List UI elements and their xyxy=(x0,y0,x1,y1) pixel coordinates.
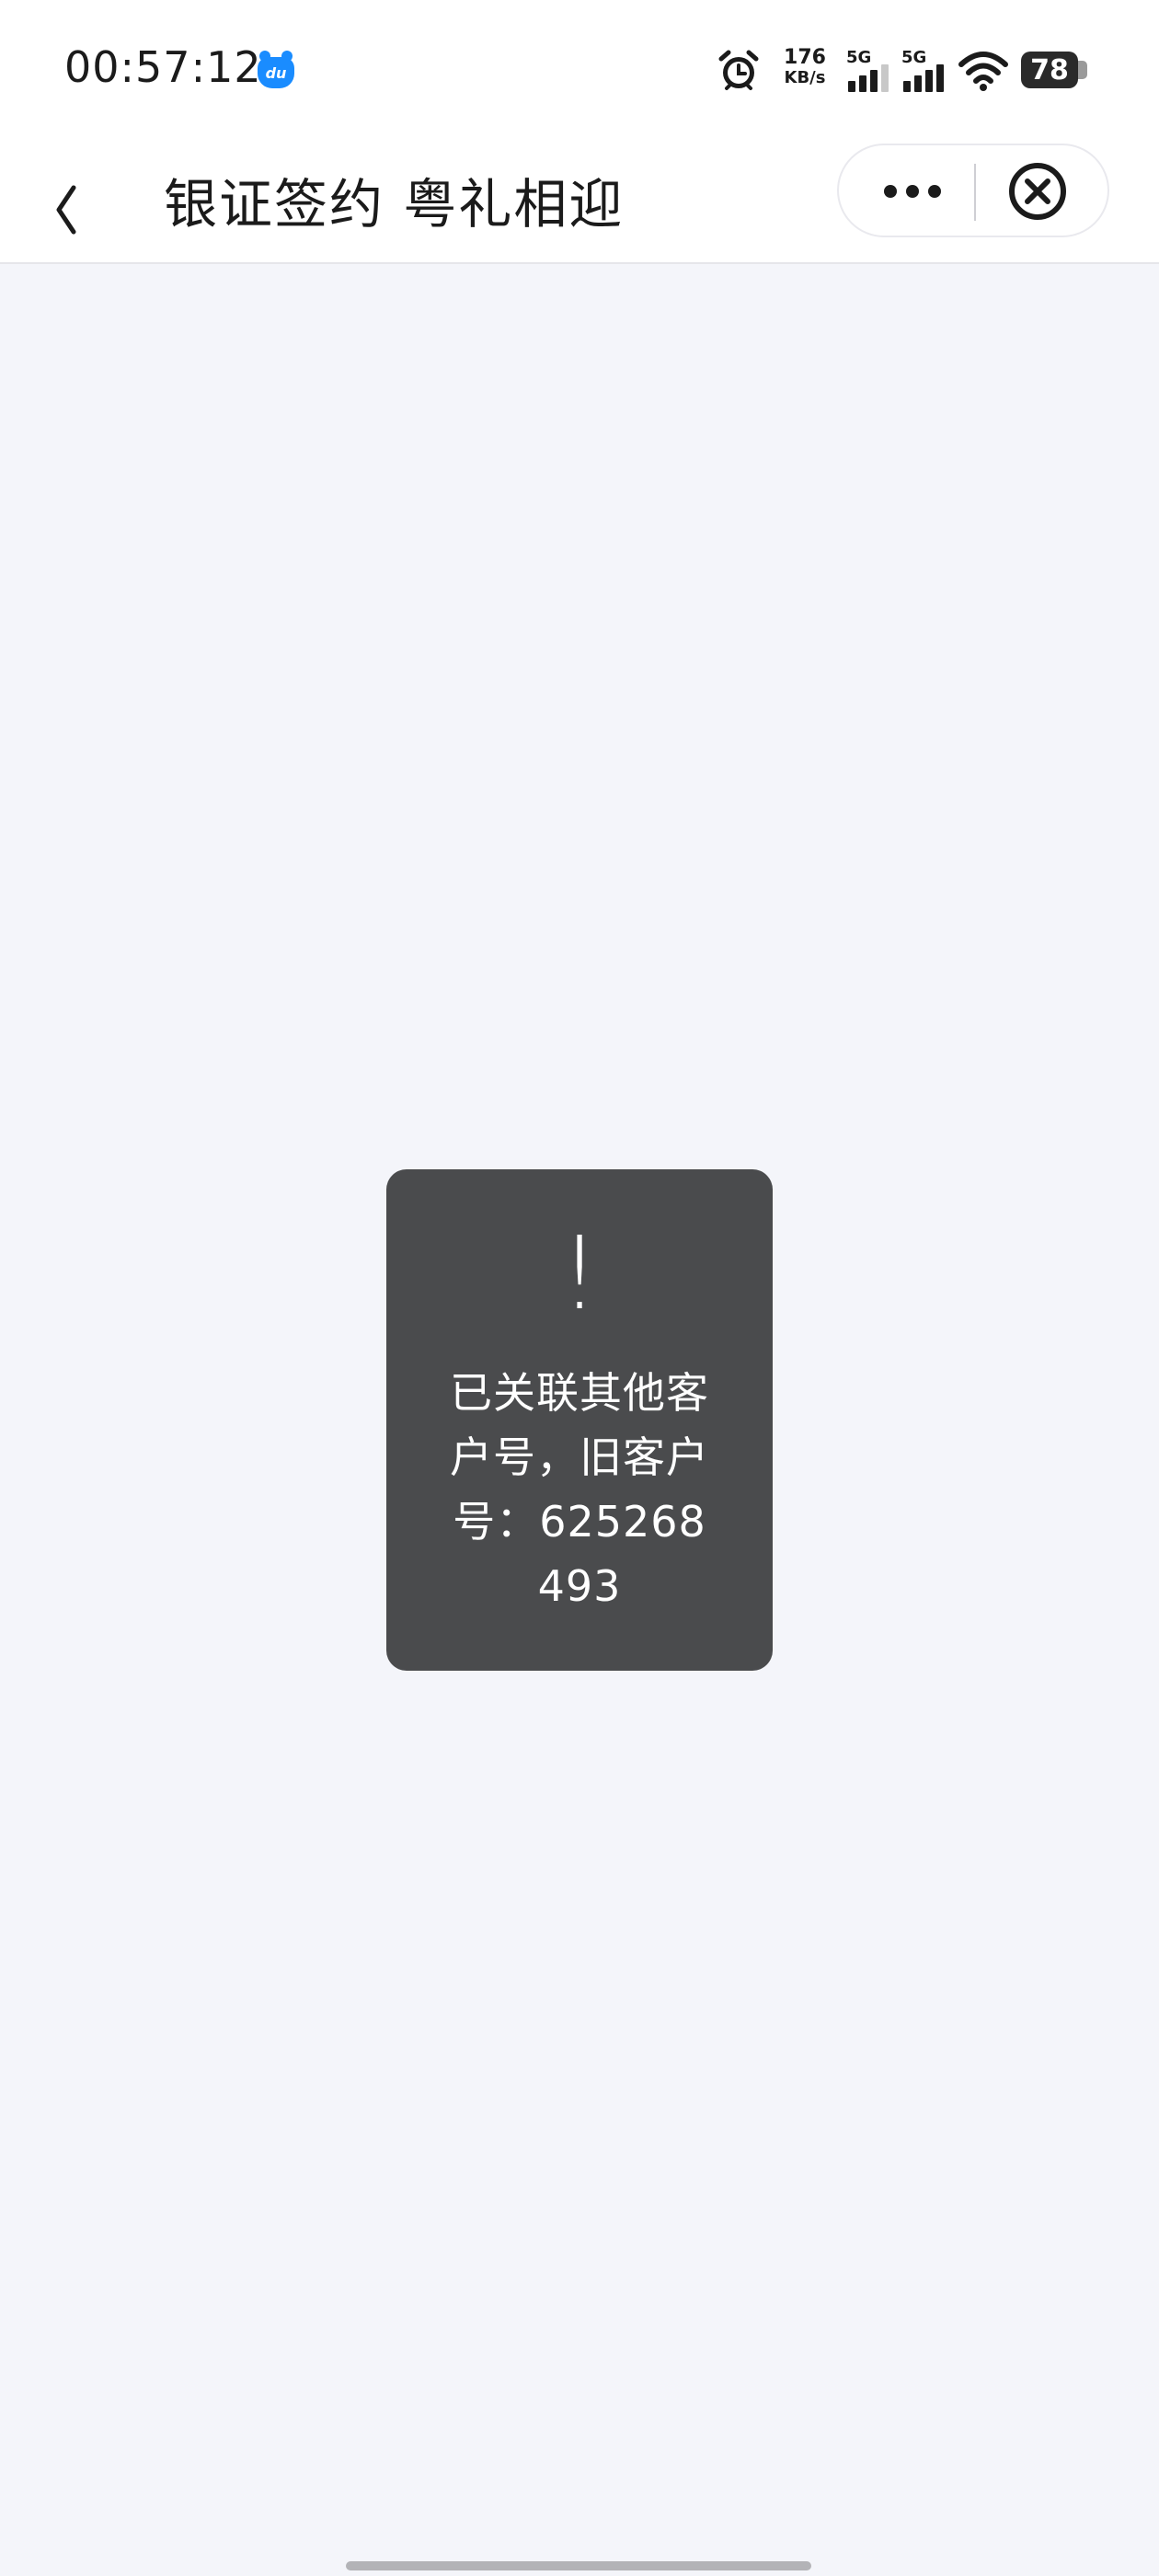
network-speed-value: 176 xyxy=(784,46,826,69)
back-button[interactable] xyxy=(37,166,101,239)
status-icons: 176 KB/s 5G 5G 78 xyxy=(717,44,1095,103)
close-button[interactable] xyxy=(977,145,1109,236)
status-time: 00:57:12 xyxy=(64,42,262,92)
sim2-signal-icon: 5G xyxy=(901,48,949,94)
alarm-icon xyxy=(718,50,759,90)
network-speed-unit: KB/s xyxy=(784,68,826,87)
battery-icon: 78 xyxy=(1021,52,1078,88)
du-app-icon: du xyxy=(258,51,294,88)
exclamation-icon: ! xyxy=(558,1214,601,1332)
home-indicator[interactable] xyxy=(346,2561,811,2570)
capsule-divider xyxy=(974,164,976,221)
more-button[interactable] xyxy=(839,145,973,236)
toast-message: 已关联其他客户号，旧客户号：625268493 xyxy=(450,1368,709,1611)
page-title: 银证签约 粤礼相迎 xyxy=(164,173,625,236)
wifi-icon xyxy=(958,52,1008,91)
status-bar: 00:57:12 du 176 KB/s 5G 5G 78 xyxy=(0,0,1159,147)
close-circle-icon xyxy=(1009,163,1066,220)
mini-program-capsule xyxy=(837,144,1109,237)
battery-tip xyxy=(1078,61,1087,79)
chevron-left-icon xyxy=(56,185,76,235)
error-toast: ! 已关联其他客户号，旧客户号：625268493 xyxy=(386,1169,773,1671)
sim1-signal-icon: 5G xyxy=(846,48,894,94)
sim2-label: 5G xyxy=(901,48,927,67)
network-speed: 176 KB/s xyxy=(778,48,832,88)
sim1-label: 5G xyxy=(846,48,872,67)
nav-bar: 银证签约 粤礼相迎 xyxy=(0,144,1159,264)
more-dots-icon xyxy=(884,185,941,198)
